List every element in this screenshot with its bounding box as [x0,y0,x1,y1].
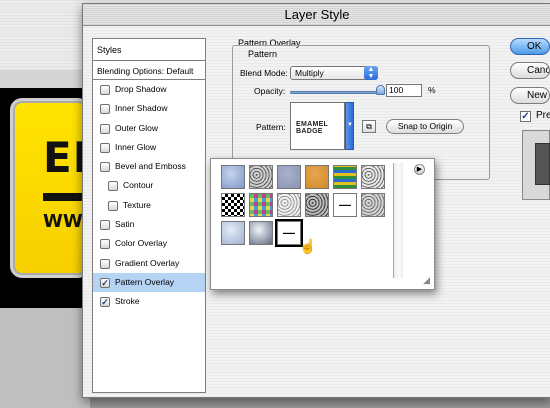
style-item-inner-glow[interactable]: Inner Glow [93,138,205,157]
opacity-unit: % [428,85,436,95]
pattern-swatch-colored-mosaic[interactable] [249,193,273,217]
logo-url: WW [43,211,83,232]
cancel-button[interactable]: Cancel [510,62,550,79]
style-checkbox[interactable]: ✓ [100,297,110,308]
opacity-slider-track[interactable] [290,91,382,94]
pattern-label: Pattern: [256,122,286,132]
style-item-label: Inner Shadow [115,103,168,114]
styles-header[interactable]: Styles [93,39,205,61]
style-item-contour[interactable]: Contour [93,176,205,195]
style-item-stroke[interactable]: ✓ Stroke [93,292,205,311]
pattern-swatch-bubbles[interactable] [221,165,245,189]
opacity-label: Opacity: [254,86,286,96]
opacity-slider-thumb[interactable] [376,85,385,95]
pattern-swatch-noise-dark[interactable] [305,193,329,217]
style-item-label: Drop Shadow [115,84,167,94]
pattern-swatch-chrome-circle[interactable] [249,221,273,245]
pattern-swatch-fibers[interactable] [361,193,385,217]
pattern-swatch-noise-light[interactable] [277,193,301,217]
pattern-preview-text: EMAMEL BADGE [296,121,329,135]
hand-cursor-icon: ☝ [299,238,317,254]
style-checkbox[interactable] [100,162,110,173]
preview-label: Preview [536,110,550,121]
pattern-swatch-wrinkles[interactable] [249,165,273,189]
pattern-preview[interactable]: EMAMEL BADGE [290,102,345,150]
style-item-label: Satin [115,219,135,230]
new-style-button[interactable]: New Style... [510,87,550,104]
document-lower-area [0,308,90,408]
new-preset-icon[interactable]: ⧉ [362,120,376,133]
style-item-label: Stroke [115,296,140,307]
blend-mode-select[interactable]: Multiply ▲ ▼ [290,66,378,80]
style-checkbox[interactable] [100,239,110,250]
style-item-label: Bevel and Emboss [115,161,186,172]
pattern-swatch-grayscale-paper[interactable] [361,165,385,189]
style-item-label: Gradient Overlay [115,257,180,268]
pattern-swatch-orange-burlap[interactable] [305,165,329,189]
style-item-drop-shadow[interactable]: Drop Shadow [93,80,205,99]
pattern-swatch-marble-blue[interactable] [221,221,245,245]
pattern-group-title: Pattern [248,49,278,59]
style-item-label: Outer Glow [115,122,158,133]
style-item-satin[interactable]: Satin [93,215,205,234]
styles-list: Styles Blending Options: Default Drop Sh… [92,38,206,393]
style-item-inner-shadow[interactable]: Inner Shadow [93,99,205,118]
style-item-label: Pattern Overlay [115,276,175,287]
style-preview-swatch [535,143,550,185]
style-item-label: Inner Glow [115,141,157,152]
snap-to-origin-button[interactable]: Snap to Origin [386,119,464,134]
style-item-label: Texture [123,199,151,210]
preview-checkbox[interactable]: ✓ [520,111,531,122]
blend-mode-label: Blend Mode: [240,68,288,78]
style-item-label: Color Overlay [115,238,167,249]
down-arrow-icon: ▼ [347,122,353,128]
style-checkbox[interactable] [100,142,110,153]
style-checkbox[interactable] [100,220,110,231]
picker-scrollbar[interactable] [393,163,403,278]
style-checkbox[interactable] [100,123,110,134]
updown-arrow-icon: ▲ ▼ [364,66,378,80]
picker-menu-icon[interactable]: ▶ [414,164,425,175]
pattern-dropdown-button[interactable]: ▼ [345,102,354,150]
style-items: Drop Shadow Inner Shadow Outer Glow Inner G… [93,80,205,312]
dialog-title[interactable]: Layer Style [83,4,550,26]
style-checkbox[interactable] [100,104,110,115]
style-item-pattern-overlay[interactable]: ✓ Pattern Overlay [93,272,205,293]
style-checkbox[interactable] [100,258,110,269]
style-item-label: Contour [123,180,154,191]
blending-options-item[interactable]: Blending Options: Default [93,63,205,80]
style-item-bevel-and-emboss[interactable]: Bevel and Emboss [93,157,205,176]
style-checkbox[interactable] [100,85,110,95]
pattern-grid: ▬▬▬ ▬▬▬ [221,165,393,247]
pattern-swatch-text-badge[interactable]: ▬▬▬ [333,193,357,217]
style-item-gradient-overlay[interactable]: Gradient Overlay [93,254,205,273]
style-item-outer-glow[interactable]: Outer Glow [93,119,205,138]
blend-mode-value: Multiply [295,68,324,78]
resize-grip-icon[interactable]: ◢ [423,275,430,286]
pattern-swatch-blue-denim[interactable] [277,165,301,189]
style-item-texture[interactable]: Texture [93,196,205,215]
pattern-swatch-rainbow-stripes[interactable] [333,165,357,189]
style-checkbox[interactable] [108,200,118,211]
pattern-picker: ▬▬▬ ▬▬▬ ▶ ◢ ☝ [210,158,435,290]
pattern-swatch-badge-selected[interactable]: ▬▬▬ [275,219,303,247]
logo-artwork: EM WW [10,98,90,278]
opacity-input[interactable]: 100 [386,84,422,97]
pattern-swatch-checkerboard[interactable] [221,193,245,217]
style-item-color-overlay[interactable]: Color Overlay [93,234,205,253]
style-checkbox[interactable] [108,181,118,192]
style-checkbox[interactable]: ✓ [100,277,110,288]
ok-button[interactable]: OK [510,38,550,55]
